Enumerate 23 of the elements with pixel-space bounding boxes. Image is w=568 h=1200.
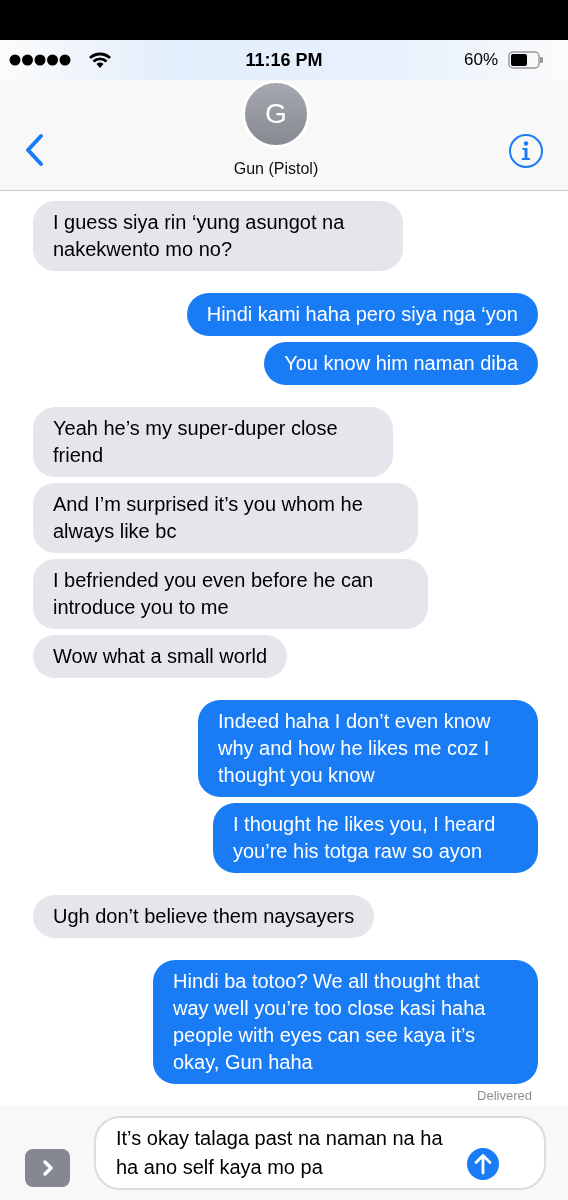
message-bubble: Indeed haha I don’t even know why and how he likes me coz I thought you know [198, 700, 538, 797]
message-bubble: I thought he likes you, I heard you’re his totga raw so ayon [213, 803, 538, 873]
message-bubble: Wow what a small world [33, 635, 288, 678]
message-field[interactable]: It’s okay talaga past na naman na ha ha ano self kaya mo pa [94, 1115, 546, 1190]
delivery-status: Delivered [477, 1088, 532, 1103]
message-bubble: I befriended you even before he can introduce you to me [33, 559, 428, 629]
message-bubble: Hindi ba totoo? We all thought that way well you’re too close kasi haha people with eyes can see kaya it’s okay, Gun haha [153, 960, 538, 1084]
message-bubble: Yeah he’s my super-duper close friend [33, 407, 393, 477]
status-time: 11:16 PM [245, 49, 323, 71]
message-bubble: Hindi kami haha pero siya nga ‘yon [186, 293, 538, 336]
battery-percentage: 60% [463, 50, 498, 70]
info-icon[interactable] [508, 133, 544, 169]
battery-icon [508, 51, 544, 69]
app-drawer-button[interactable] [25, 1148, 70, 1187]
back-icon[interactable] [24, 133, 44, 167]
message-bubble: You know him naman diba [264, 342, 538, 385]
wifi-icon [89, 52, 111, 68]
message-bubble: And I’m surprised it’s you whom he always like bc [33, 483, 418, 553]
contact-name[interactable]: Gun (Pistol) [233, 160, 319, 178]
message-bubble: Ugh don’t believe them naysayers [33, 895, 375, 938]
chevron-icon [41, 1158, 54, 1177]
message-bubble: I guess siya rin ‘yung asungot na nakekwento mo no? [33, 201, 403, 271]
send-icon[interactable] [467, 1147, 499, 1180]
